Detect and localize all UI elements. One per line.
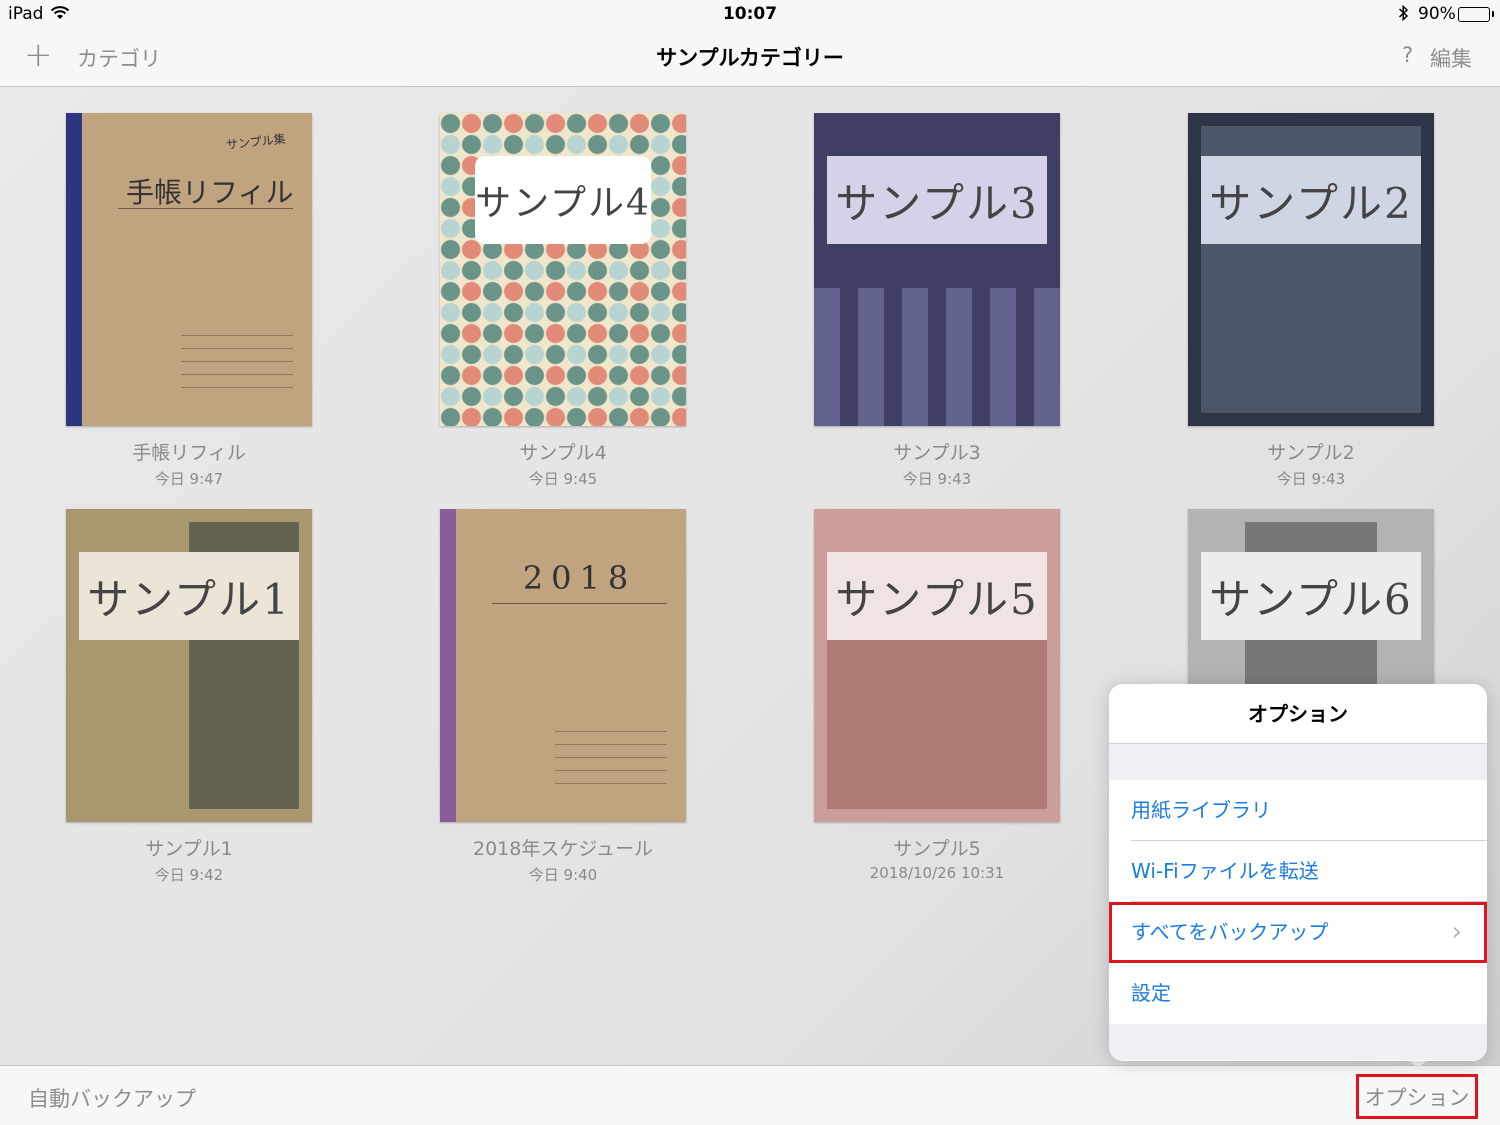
notebook-cover[interactable]: サンプル2 (1188, 113, 1434, 426)
notebook-item[interactable]: サンプル1 サンプル1 今日 9:42 (66, 509, 312, 885)
page-title: サンプルカテゴリー (656, 46, 844, 70)
cover-title: 2018 (522, 559, 637, 597)
notebook-item[interactable]: サンプル4 サンプル4 今日 9:45 (440, 113, 686, 489)
notebook-date: 2018/10/26 10:31 (869, 864, 1005, 882)
notebook-item[interactable]: サンプル集 手帳リフィル 手帳リフィル 今日 9:47 (66, 113, 312, 489)
backup-all-menu-item[interactable]: すべてをバックアップ › (1109, 902, 1487, 963)
notebook-name: サンプル4 (519, 442, 607, 464)
notebook-cover[interactable]: サンプル1 (66, 509, 312, 822)
notebook-cover[interactable]: サンプル3 (814, 113, 1060, 426)
notebook-name: サンプル2 (1267, 442, 1355, 464)
notebook-date: 今日 9:43 (902, 470, 972, 488)
notebook-item[interactable]: サンプル2 サンプル2 今日 9:43 (1188, 113, 1434, 489)
notebook-name: サンプル1 (145, 838, 233, 860)
notebook-date: 今日 9:47 (154, 470, 224, 488)
notebook-cover[interactable]: 2018 (440, 509, 686, 822)
navigation-bar: + カテゴリ サンプルカテゴリー ? 編集 (0, 28, 1500, 87)
cover-title: サンプル3 (827, 156, 1047, 244)
notebook-name: 手帳リフィル (132, 442, 246, 464)
cover-title: 手帳リフィル (126, 176, 294, 209)
notebook-cover[interactable]: サンプル4 (440, 113, 686, 426)
notebook-item[interactable]: 2018 2018年スケジュール 今日 9:40 (440, 509, 686, 885)
battery-icon (1458, 7, 1494, 22)
auto-backup-button[interactable]: 自動バックアップ (28, 1083, 196, 1113)
notebook-name: 2018年スケジュール (472, 838, 654, 860)
paper-library-menu-item[interactable]: 用紙ライブラリ (1109, 780, 1487, 841)
backup-all-label: すべてをバックアップ (1131, 920, 1329, 944)
bottom-toolbar: 自動バックアップ オプション (0, 1065, 1500, 1125)
cover-title: サンプル4 (475, 156, 651, 244)
notebook-name: サンプル5 (893, 838, 981, 860)
notebook-date: 今日 9:45 (528, 470, 598, 488)
popover-title: オプション (1109, 684, 1487, 744)
wifi-transfer-menu-item[interactable]: Wi-Fiファイルを転送 (1109, 841, 1487, 902)
notebook-item[interactable]: サンプル5 サンプル5 2018/10/26 10:31 (814, 509, 1060, 882)
battery-percentage: 90% (1418, 4, 1456, 24)
options-popover: オプション 用紙ライブラリ Wi-Fiファイルを転送 すべてをバックアップ › … (1109, 684, 1487, 1061)
status-time: 10:07 (722, 4, 778, 24)
notebook-date: 今日 9:40 (528, 866, 598, 884)
settings-menu-item[interactable]: 設定 (1109, 963, 1487, 1024)
notebook-cover[interactable]: サンプル集 手帳リフィル (66, 113, 312, 426)
notebook-item[interactable]: サンプル3 サンプル3 今日 9:43 (814, 113, 1060, 489)
cover-title: サンプル1 (79, 552, 299, 640)
edit-button[interactable]: 編集 (1430, 43, 1472, 73)
status-bar: iPad 10:07 90% (0, 0, 1500, 28)
bluetooth-icon (1398, 4, 1409, 27)
notebook-date: 今日 9:43 (1276, 470, 1346, 488)
cover-title: サンプル2 (1201, 156, 1421, 244)
notebook-cover[interactable]: サンプル5 (814, 509, 1060, 822)
notebook-name: サンプル3 (893, 442, 981, 464)
options-button[interactable]: オプション (1356, 1074, 1478, 1119)
cover-subtitle: サンプル集 (225, 131, 287, 153)
cover-title: サンプル5 (827, 552, 1047, 640)
help-button[interactable]: ? (1402, 43, 1413, 67)
notebook-date: 今日 9:42 (154, 866, 224, 884)
cover-title: サンプル6 (1201, 552, 1421, 640)
chevron-right-icon: › (1451, 917, 1462, 947)
